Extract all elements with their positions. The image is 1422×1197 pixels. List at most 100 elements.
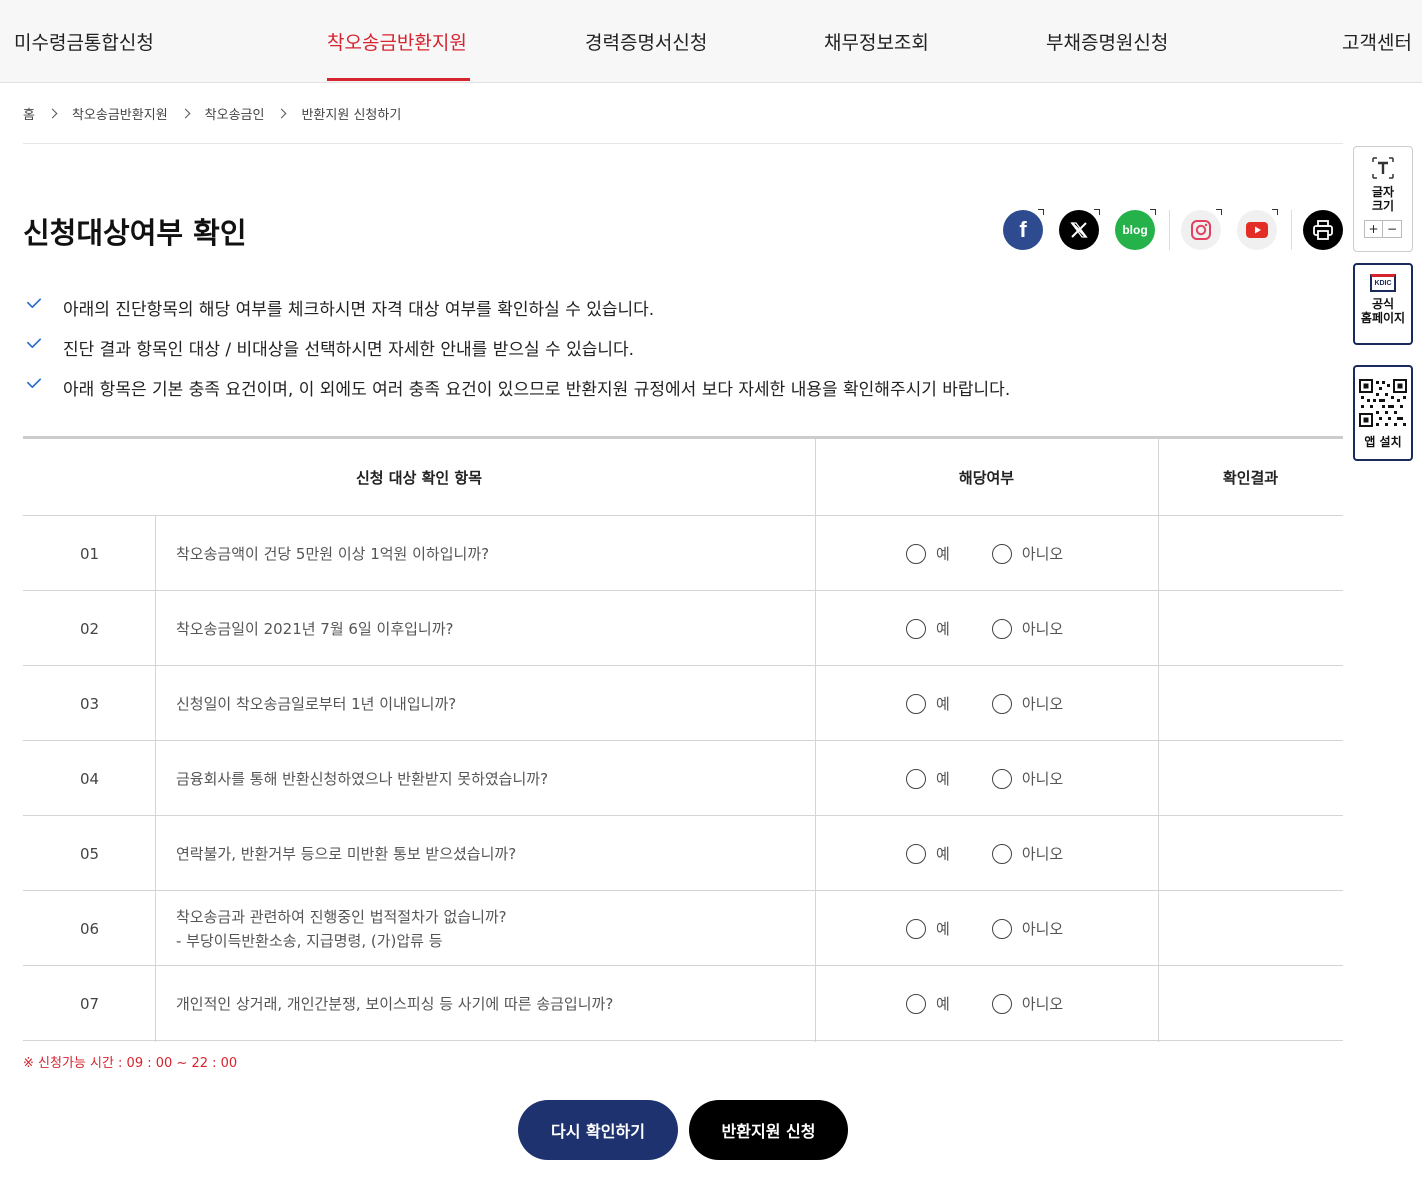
no-radio[interactable] — [991, 618, 1012, 639]
row-number: 06 — [79, 919, 100, 938]
no-option[interactable]: 아니오 — [991, 618, 1063, 639]
no-option[interactable]: 아니오 — [991, 918, 1064, 939]
top-navigation: 미수령금통합신청 착오송금반환지원 경력증명서신청 채무정보조회 부채증명원신청… — [0, 0, 1422, 83]
yes-radio[interactable] — [906, 618, 926, 639]
row-question: 금융회사를 통해 반환신청하였으나 반환받지 못하였습니까? — [176, 741, 548, 816]
table-row: 07 개인적인 상거래, 개인간분쟁, 보이스피싱 등 사기에 따른 송금입니까… — [23, 966, 1343, 1041]
answer-options: 예 아니오 — [906, 516, 1105, 591]
apply-button[interactable]: 반환지원 신청 — [689, 1100, 848, 1160]
kdic-homepage-link[interactable]: KDIC 공식 홈페이지 — [1353, 263, 1413, 345]
share-divider — [1291, 210, 1292, 250]
qr-code-icon — [1359, 379, 1407, 427]
row-question: 개인적인 상거래, 개인간분쟁, 보이스피싱 등 사기에 따른 송금입니까? — [176, 966, 613, 1041]
breadcrumb-sender[interactable]: 착오송금인 — [205, 104, 265, 123]
instagram-logo — [1191, 220, 1211, 240]
yes-option[interactable]: 예 — [906, 993, 950, 1014]
external-link-corner — [1216, 209, 1222, 215]
no-option[interactable]: 아니오 — [991, 843, 1063, 864]
no-radio[interactable] — [991, 693, 1012, 714]
yes-label: 예 — [936, 770, 950, 788]
table-row: 06 착오송금과 관련하여 진행중인 법적절차가 없습니까? - 부당이득반환소… — [23, 891, 1343, 966]
answer-options: 예 아니오 — [906, 891, 1105, 966]
row-number: 02 — [79, 619, 100, 638]
x-twitter-icon[interactable] — [1059, 209, 1100, 250]
no-radio[interactable] — [991, 918, 1012, 939]
question-text: 개인적인 상거래, 개인간분쟁, 보이스피싱 등 사기에 따른 송금입니까? — [176, 994, 614, 1013]
nav-item-debt-info[interactable]: 채무정보조회 — [824, 28, 929, 55]
chevron-right-icon — [277, 108, 287, 119]
no-option[interactable]: 아니오 — [991, 993, 1064, 1014]
guide-note-text: 아래의 진단항목의 해당 여부를 체크하시면 자격 대상 여부를 확인하실 수 … — [63, 300, 655, 320]
yes-radio[interactable] — [906, 993, 926, 1014]
recheck-button[interactable]: 다시 확인하기 — [518, 1100, 678, 1160]
breadcrumb-mistransfer[interactable]: 착오송금반환지원 — [72, 104, 168, 123]
answer-options: 예 아니오 — [906, 666, 1105, 741]
no-option[interactable]: 아니오 — [991, 693, 1064, 714]
yes-radio[interactable] — [906, 843, 926, 864]
nav-item-unclaimed[interactable]: 미수령금통합신청 — [14, 28, 154, 55]
app-install-link[interactable]: 앱 설치 — [1353, 365, 1413, 461]
yes-radio[interactable] — [906, 543, 926, 564]
no-label: 아니오 — [1021, 695, 1064, 713]
answer-options: 예 아니오 — [906, 591, 1105, 666]
printer-glyph — [1313, 220, 1333, 240]
no-radio[interactable] — [991, 768, 1012, 789]
nav-item-customer-center[interactable]: 고객센터 — [1342, 28, 1412, 55]
application-hours-notice: ※ 신청가능 시간 : 09 : 00 ~ 22 : 00 — [23, 1056, 238, 1071]
yes-option[interactable]: 예 — [906, 843, 950, 864]
row-question: 착오송금과 관련하여 진행중인 법적절차가 없습니까? - 부당이득반환소송, … — [176, 891, 507, 966]
text-size-icon — [1372, 157, 1394, 179]
row-question: 연락불가, 반환거부 등으로 미반환 통보 받으셨습니까? — [176, 816, 516, 891]
yes-radio[interactable] — [906, 768, 926, 789]
yes-label: 예 — [936, 620, 950, 638]
row-number: 03 — [79, 694, 100, 713]
external-link-corner — [1272, 209, 1278, 215]
youtube-icon[interactable] — [1237, 209, 1278, 250]
header-applicable: 해당여부 — [958, 469, 1015, 487]
yes-option[interactable]: 예 — [906, 543, 950, 564]
no-label: 아니오 — [1021, 920, 1064, 938]
font-size-controls: + − — [1364, 220, 1402, 238]
yes-option[interactable]: 예 — [906, 693, 950, 714]
row-number: 07 — [79, 994, 100, 1013]
guide-note-text: 아래 항목은 기본 충족 요건이며, 이 외에도 여러 충족 요건이 있으므로 … — [63, 380, 1011, 400]
check-icon — [26, 378, 42, 388]
no-option[interactable]: 아니오 — [991, 543, 1063, 564]
yes-radio[interactable] — [906, 693, 926, 714]
blog-icon[interactable]: blog — [1115, 209, 1156, 250]
table-row: 03 신청일이 착오송금일로부터 1년 이내입니까? 예 아니오 — [23, 666, 1343, 741]
yes-option[interactable]: 예 — [906, 768, 950, 789]
answer-options: 예 아니오 — [906, 966, 1105, 1041]
chevron-right-icon — [180, 108, 191, 119]
kdic-logo-icon: KDIC — [1370, 274, 1396, 292]
yes-option[interactable]: 예 — [906, 618, 950, 639]
no-radio[interactable] — [991, 993, 1012, 1014]
instagram-icon[interactable] — [1181, 209, 1222, 250]
facebook-icon[interactable]: f — [1003, 209, 1044, 250]
check-icon — [26, 298, 42, 308]
yes-option[interactable]: 예 — [906, 918, 950, 939]
chevron-right-icon — [47, 108, 58, 119]
row-question: 신청일이 착오송금일로부터 1년 이내입니까? — [176, 666, 456, 741]
no-radio[interactable] — [991, 843, 1012, 864]
eligibility-table: 신청 대상 확인 항목 해당여부 확인결과 01 착오송금액이 건당 5만원 이… — [23, 436, 1343, 1042]
question-text: 연락불가, 반환거부 등으로 미반환 통보 받으셨습니까? — [176, 844, 517, 863]
breadcrumb-home[interactable]: 홈 — [23, 104, 35, 123]
yes-radio[interactable] — [906, 918, 926, 939]
print-icon[interactable] — [1303, 210, 1343, 250]
no-radio[interactable] — [991, 543, 1012, 564]
font-increase-button[interactable]: + — [1365, 221, 1383, 237]
answer-options: 예 아니오 — [906, 816, 1105, 891]
share-divider — [1169, 210, 1170, 250]
header-items: 신청 대상 확인 항목 — [355, 469, 483, 487]
question-subtext: - 부당이득반환소송, 지급명령, (가)압류 등 — [176, 931, 443, 950]
nav-item-mistransfer[interactable]: 착오송금반환지원 — [327, 28, 467, 55]
font-decrease-button[interactable]: − — [1383, 221, 1401, 237]
table-row: 01 착오송금액이 건당 5만원 이상 1억원 이하입니까? 예 아니오 — [23, 516, 1343, 591]
no-label: 아니오 — [1021, 995, 1064, 1013]
check-icon — [26, 338, 42, 348]
nav-item-career-cert[interactable]: 경력증명서신청 — [585, 28, 707, 55]
breadcrumb: 홈 착오송금반환지원 착오송금인 반환지원 신청하기 — [23, 104, 401, 123]
nav-item-debt-cert[interactable]: 부채증명원신청 — [1046, 28, 1168, 55]
no-option[interactable]: 아니오 — [991, 768, 1063, 789]
